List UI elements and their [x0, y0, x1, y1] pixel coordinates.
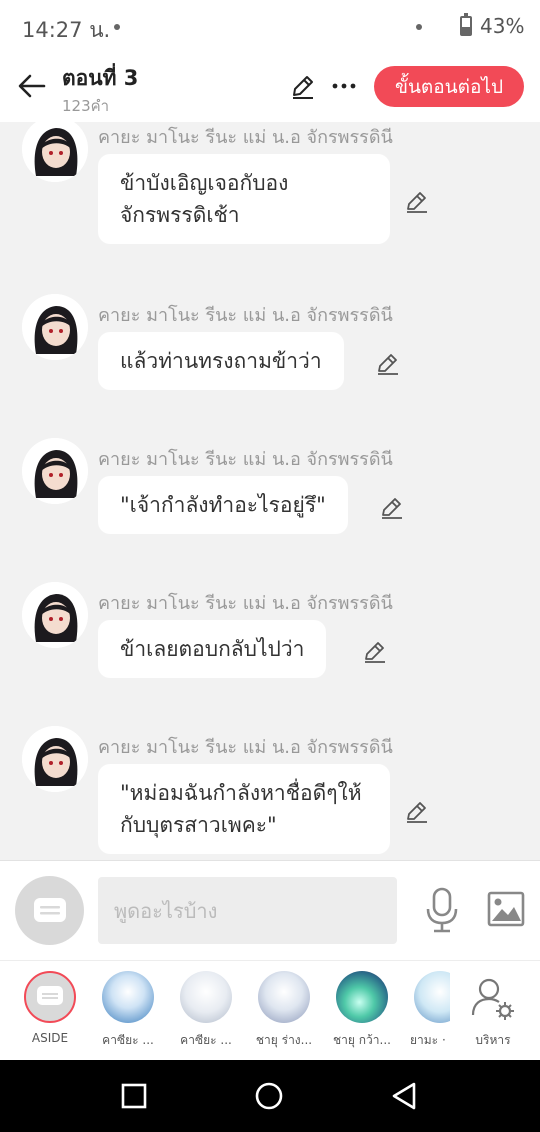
character-option[interactable]: คาซียะ ... [173, 971, 239, 1050]
chat-area[interactable]: คายะ มาโนะ รีนะ แม่ น.อ จักรพรรดินี ข้าบ… [0, 122, 540, 860]
message-bubble[interactable]: "เจ้ากำลังทำอะไรอยู่รึ" [98, 476, 348, 534]
sender-name: คายะ มาโนะ รีนะ แม่ น.อ จักรพรรดินี [98, 593, 393, 614]
message-input[interactable] [98, 877, 397, 944]
manage-characters-button[interactable]: บริหาร [460, 971, 526, 1050]
character-option[interactable]: ชายุ ร่าง... [251, 971, 317, 1050]
message-bubble[interactable]: ข้าบังเอิญเจอกับองจักรพรรดิเช้า [98, 154, 390, 244]
message-bubble[interactable]: แล้วท่านทรงถามข้าว่า [98, 332, 344, 390]
system-navigation-bar [0, 1060, 540, 1132]
more-options-icon[interactable] [330, 72, 358, 100]
back-nav-icon[interactable] [388, 1080, 420, 1112]
aside-character[interactable]: ASIDE [17, 971, 83, 1045]
aside-avatar [24, 971, 76, 1023]
battery-percent: 43% [480, 14, 525, 38]
character-avatar [414, 971, 450, 1023]
battery-icon [460, 13, 472, 36]
signal-dot-icon [416, 24, 422, 30]
microphone-icon[interactable] [424, 887, 460, 933]
edit-title-icon[interactable] [289, 72, 317, 100]
edit-message-icon[interactable] [404, 798, 430, 824]
character-label: ASIDE [31, 1031, 69, 1045]
user-settings-icon [471, 978, 514, 1020]
character-label: ยามะ · [410, 1033, 446, 1047]
image-picker-icon[interactable] [487, 891, 525, 927]
message-bubble[interactable]: "หม่อมฉันกำลังหาชื่อดีๆให้กับบุตรสาวเพคะ… [98, 764, 390, 854]
sender-name: คายะ มาโนะ รีนะ แม่ น.อ จักรพรรดินี [98, 737, 393, 758]
message-composer [0, 860, 540, 960]
word-count: 123คำ [62, 97, 110, 115]
character-avatar [180, 971, 232, 1023]
chat-bubble-icon [33, 897, 66, 922]
character-avatar [102, 971, 154, 1023]
character-avatar[interactable] [22, 582, 88, 648]
character-label: ชายุ ร่าง... [255, 1033, 313, 1047]
character-option[interactable]: ยามะ · [404, 971, 450, 1050]
character-label: คาซียะ ... [102, 1033, 154, 1047]
character-avatar[interactable] [22, 122, 88, 182]
recent-apps-icon[interactable] [118, 1080, 150, 1112]
chat-bubble-icon [37, 986, 63, 1005]
message-bubble[interactable]: ข้าเลยตอบกลับไปว่า [98, 620, 327, 678]
aside-toggle-button[interactable] [15, 876, 84, 945]
status-time: 14:27 น. [22, 18, 111, 42]
next-step-button[interactable]: ขั้นตอนต่อไป [374, 66, 524, 107]
character-avatar [258, 971, 310, 1023]
back-arrow-icon[interactable] [14, 68, 50, 104]
edit-message-icon[interactable] [375, 350, 401, 376]
edit-message-icon[interactable] [362, 638, 388, 664]
character-selector-bar: ASIDE คาซียะ ... คาซียะ ... ชายุ ร่าง...… [0, 960, 540, 1060]
character-label: บริหาร [475, 1033, 511, 1047]
sender-name: คายะ มาโนะ รีนะ แม่ น.อ จักรพรรดินี [98, 127, 393, 148]
edit-message-icon[interactable] [379, 494, 405, 520]
character-option[interactable]: คาซียะ ... [95, 971, 161, 1050]
sender-name: คายะ มาโนะ รีนะ แม่ น.อ จักรพรรดินี [98, 449, 393, 470]
sender-name: คายะ มาโนะ รีนะ แม่ น.อ จักรพรรดินี [98, 305, 393, 326]
character-label: คาซียะ ... [180, 1033, 232, 1047]
character-avatar [336, 971, 388, 1023]
character-label: ชายุ กว้า... [333, 1033, 391, 1047]
edit-message-icon[interactable] [404, 188, 430, 214]
character-option[interactable]: ชายุ กว้า... [329, 971, 395, 1050]
home-icon[interactable] [253, 1080, 285, 1112]
episode-header: ตอนที่ 3 123คำ ขั้นตอนต่อไป [0, 56, 540, 122]
character-avatar[interactable] [22, 438, 88, 504]
character-avatar[interactable] [22, 294, 88, 360]
status-bar: 14:27 น. 43% [0, 0, 540, 56]
episode-title: ตอนที่ 3 [62, 66, 139, 90]
notification-dot-icon [114, 24, 120, 30]
character-avatar[interactable] [22, 726, 88, 792]
